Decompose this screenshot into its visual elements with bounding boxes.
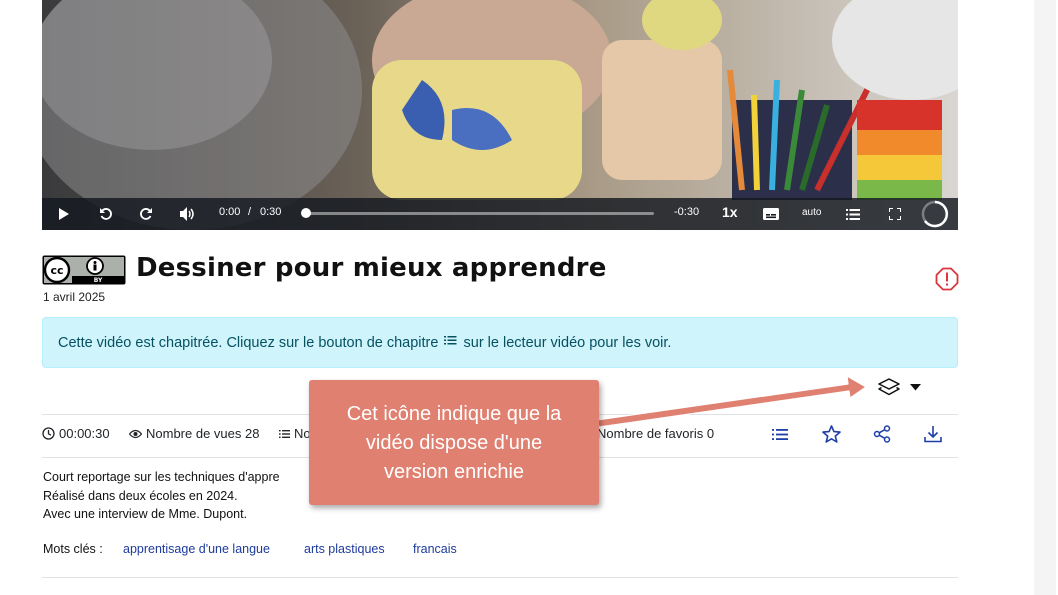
description-line: Court reportage sur les techniques d'app…	[43, 470, 280, 484]
caret-down-icon	[909, 383, 921, 390]
chapters-icon	[846, 208, 860, 220]
duration-time: 0:30	[260, 206, 282, 218]
video-frame	[42, 0, 958, 230]
meta-favorites: Nombre de favoris 0	[597, 426, 714, 441]
loader-icon	[921, 200, 949, 228]
clock-icon	[42, 427, 55, 440]
video-description: Court reportage sur les techniques d'app…	[43, 468, 280, 524]
tag-link[interactable]: arts plastiques	[304, 542, 385, 556]
publish-date: 1 avril 2025	[43, 290, 106, 304]
forward-icon	[140, 208, 152, 220]
alert-text-after: sur le lecteur vidéo pour les voir.	[463, 335, 672, 351]
time-separator: /	[248, 206, 252, 218]
progress-handle[interactable]	[301, 208, 311, 218]
meta-views: Nombre de vues 28	[129, 426, 259, 441]
forward-button[interactable]	[136, 198, 156, 230]
enriched-version-dropdown[interactable]	[866, 372, 932, 402]
remaining-time: -0:30	[674, 206, 700, 218]
current-time: 0:00	[219, 206, 241, 218]
progress-bar[interactable]	[304, 212, 654, 215]
add-to-playlist-button[interactable]	[768, 423, 792, 445]
download-icon	[924, 426, 942, 443]
tag-link[interactable]: francais	[413, 542, 457, 556]
eye-icon	[129, 429, 142, 438]
download-button[interactable]	[921, 423, 945, 445]
fullscreen-icon	[889, 208, 901, 220]
svg-text:cc: cc	[50, 264, 63, 277]
control-bar: 0:00 / 0:30 -0:30 1x auto	[42, 198, 958, 230]
chapters-list-icon	[444, 336, 457, 345]
chapters-button[interactable]	[843, 198, 863, 230]
play-icon	[59, 208, 69, 220]
chapters-info-alert: Cette vidéo est chapitrée. Cliquez sur l…	[42, 317, 958, 368]
callout-line: version enrichie	[383, 461, 525, 483]
list-icon	[279, 429, 290, 438]
meta-views-text: Nombre de vues 28	[146, 426, 260, 441]
loader-indicator	[920, 198, 950, 230]
tag-link[interactable]: apprentisage d'une langue	[123, 542, 270, 556]
description-line: Avec une interview de Mme. Dupont.	[43, 507, 248, 521]
favorite-button[interactable]	[819, 423, 843, 445]
subtitles-icon	[763, 208, 779, 220]
rewind-button[interactable]	[96, 198, 116, 230]
share-icon	[873, 425, 891, 443]
star-icon	[821, 425, 841, 443]
callout-line: Cet icône indique que la	[346, 403, 562, 425]
video-player[interactable]: 0:00 / 0:30 -0:30 1x auto	[42, 0, 958, 230]
callout-line: vidéo dispose d'une	[365, 432, 543, 454]
meta-duration: 00:00:30	[42, 426, 110, 441]
license-badge[interactable]: cc BY	[42, 255, 126, 285]
playback-rate-button[interactable]: 1x	[722, 204, 738, 220]
subtitles-button[interactable]	[761, 198, 781, 230]
meta-playlists: No	[279, 426, 311, 441]
divider	[42, 577, 958, 578]
volume-icon	[180, 207, 194, 221]
alert-text-before: Cette vidéo est chapitrée. Cliquez sur l…	[58, 335, 439, 351]
rewind-icon	[100, 208, 112, 220]
fullscreen-button[interactable]	[885, 198, 905, 230]
meta-duration-text: 00:00:30	[59, 426, 110, 441]
layers-icon	[877, 378, 900, 396]
playlist-icon	[772, 428, 788, 440]
page-title: Dessiner pour mieux apprendre	[136, 253, 607, 283]
scrollbar-area[interactable]	[1034, 0, 1058, 595]
license-badge-text: BY	[94, 277, 103, 284]
description-line: Réalisé dans deux écoles en 2024.	[43, 488, 238, 503]
quality-selector[interactable]: auto	[802, 207, 821, 218]
share-button[interactable]	[870, 423, 894, 445]
volume-button[interactable]	[178, 198, 198, 230]
play-button[interactable]	[54, 198, 74, 230]
tags-label: Mots clés :	[43, 542, 103, 556]
report-icon[interactable]	[935, 267, 959, 291]
annotation-callout: Cet icône indique que la vidéo dispose d…	[309, 380, 599, 505]
meta-favorites-text: Nombre de favoris 0	[597, 426, 715, 441]
